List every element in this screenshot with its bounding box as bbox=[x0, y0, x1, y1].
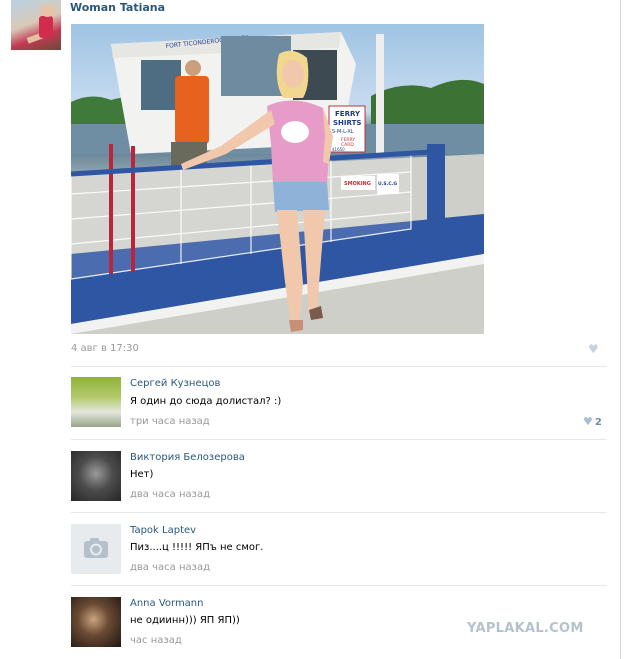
page-frame-border bbox=[620, 0, 621, 659]
heart-icon: ♥ bbox=[583, 415, 593, 428]
comment-avatar[interactable] bbox=[71, 524, 121, 574]
camera-icon bbox=[84, 538, 108, 558]
comment-time[interactable]: три часа назад bbox=[130, 416, 210, 427]
comment-avatar[interactable] bbox=[71, 451, 121, 501]
comment-text: Я один до сюда долистал? :) bbox=[130, 396, 282, 407]
comment-avatar[interactable] bbox=[71, 597, 121, 647]
author-avatar[interactable] bbox=[11, 0, 61, 50]
sign-uscg: U.S.C.G bbox=[378, 181, 397, 187]
heart-icon[interactable]: ♥ bbox=[588, 343, 600, 355]
comment-time[interactable]: час назад bbox=[130, 635, 182, 646]
comment-separator bbox=[71, 585, 607, 586]
comment-like-count: 2 bbox=[594, 417, 602, 428]
author-name[interactable]: Woman Tatiana bbox=[70, 1, 165, 14]
comment-time[interactable]: два часа назад bbox=[130, 489, 210, 500]
comment-separator bbox=[71, 512, 607, 513]
post-date[interactable]: 4 авг в 17:30 bbox=[71, 343, 139, 354]
comment-avatar[interactable] bbox=[71, 377, 121, 427]
comment-separator bbox=[71, 366, 607, 367]
comment-author[interactable]: Виктория Белозерова bbox=[130, 452, 245, 463]
comment-text: не одиинн))) ЯП ЯП)) bbox=[130, 615, 240, 626]
comment-author[interactable]: Tapok Laptev bbox=[130, 525, 196, 536]
board-line-3: S-M-L-XL bbox=[332, 129, 354, 135]
sign-smoking: SMOKING bbox=[344, 181, 371, 187]
post-photo[interactable]: FORT TICONDEROGA FERRY FERRY SHIRTS S-M-… bbox=[71, 24, 484, 334]
comment-author[interactable]: Сергей Кузнецов bbox=[130, 378, 220, 389]
comment-like-button[interactable]: ♥ 2 bbox=[583, 415, 602, 428]
board-line-1: FERRY bbox=[335, 110, 361, 118]
site-watermark: YAPLAKAL.COM bbox=[467, 621, 584, 636]
comment-separator bbox=[71, 439, 607, 440]
comment-time[interactable]: два часа назад bbox=[130, 562, 210, 573]
comment-text: Нет) bbox=[130, 469, 154, 480]
board-line-6: $1650 bbox=[332, 147, 345, 152]
comment-text: Пиз....ц !!!!! ЯПъ не смог. bbox=[130, 542, 264, 553]
board-line-2: SHIRTS bbox=[333, 119, 361, 127]
comment-author[interactable]: Anna Vormann bbox=[130, 598, 204, 609]
